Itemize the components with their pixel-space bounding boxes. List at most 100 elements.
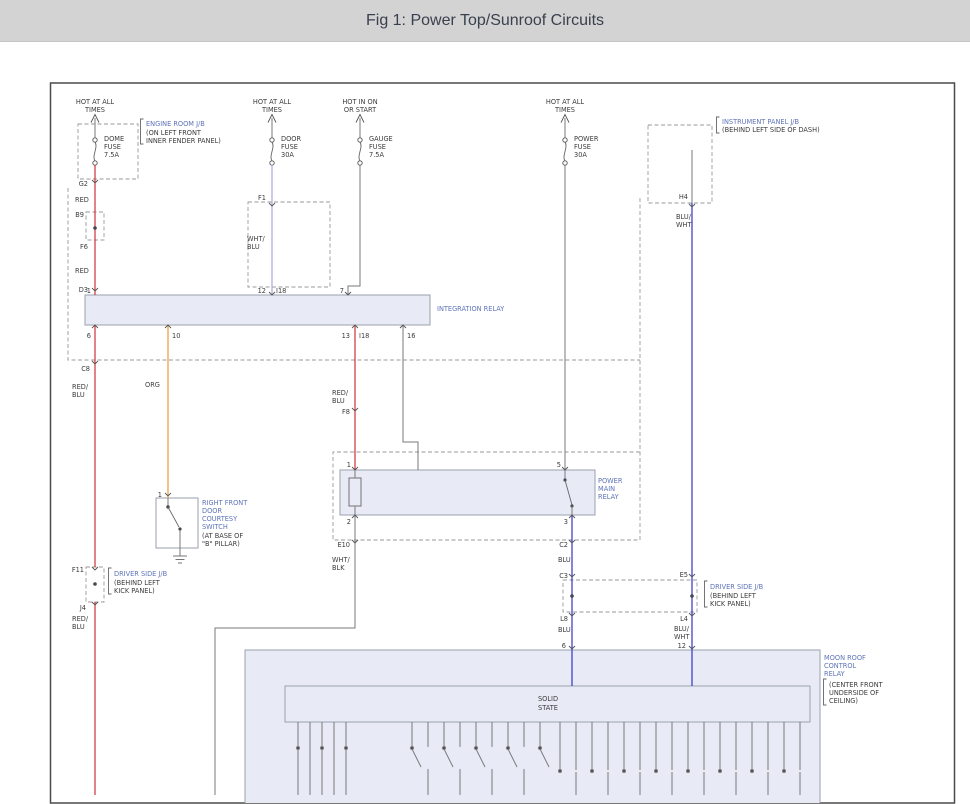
ground-icon <box>173 556 187 563</box>
wire-label-red-blu: RED/ <box>72 615 89 623</box>
jb-location: KICK PANEL) <box>114 587 155 595</box>
wire-gauge-gray <box>348 165 360 295</box>
hot-label: TIMES <box>261 106 282 114</box>
junction-dot-b9 <box>93 226 97 230</box>
wire-label-blu-wht: WHT <box>676 221 692 229</box>
connector-l8: L8 <box>560 615 568 623</box>
wire-label-red-blu: RED/ <box>72 383 89 391</box>
pin-label: 12 <box>678 642 686 650</box>
wire-label-wht-blk: WHT/ <box>332 556 351 564</box>
wire-label-wht-blu: WHT/ <box>247 235 266 243</box>
pin-label: 12 <box>258 287 266 295</box>
wire-label-blu-wht: WHT <box>674 633 690 641</box>
relay-location: UNDERSIDE OF <box>829 689 879 697</box>
labels: HOT AT ALL TIMES HOT AT ALL TIMES HOT IN… <box>72 98 884 712</box>
wire-label-blu: BLU <box>558 556 571 564</box>
wire-label-wht-blu: BLU <box>247 243 260 251</box>
solid-state-label: STATE <box>538 704 558 712</box>
f1-jb-box <box>248 202 330 287</box>
wire-label-red-blu: BLU <box>72 391 85 399</box>
connector-g2: G2 <box>79 180 88 188</box>
connector-f8: F8 <box>342 408 350 416</box>
fuse-label-door: 30A <box>281 151 294 159</box>
wire-label-red: RED <box>75 267 89 275</box>
pin-label: 13 <box>342 332 350 340</box>
wiring-diagram-canvas: HOT AT ALL TIMES HOT AT ALL TIMES HOT IN… <box>0 0 970 804</box>
wire-label-red: RED <box>75 196 89 204</box>
hot-label: HOT AT ALL <box>76 98 115 106</box>
pin-label: 6 <box>562 642 566 650</box>
connector-c2: C2 <box>559 541 568 549</box>
fuse-label-power: 30A <box>574 151 587 159</box>
pin-label: 5 <box>557 461 561 469</box>
connector-e5: E5 <box>680 571 688 579</box>
instrument-jb-left-edge <box>68 188 640 360</box>
junction-dot-f11 <box>93 582 97 586</box>
pin-label: 7 <box>340 287 344 295</box>
fuse-symbol-gauge <box>358 138 362 165</box>
junction-dot-l8 <box>570 594 574 598</box>
wire-label-wht-blk: BLK <box>332 564 345 572</box>
jb-location: (ON LEFT FRONT <box>146 129 202 137</box>
pin-label: 6 <box>87 332 91 340</box>
jb-label-driver-side: DRIVER SIDE J/B <box>710 583 764 591</box>
wire-label-blu-wht: BLU/ <box>674 625 690 633</box>
connector-e10: E10 <box>337 541 350 549</box>
fuse-label-door: FUSE <box>281 143 298 151</box>
fuse-symbol-power <box>563 138 567 165</box>
connector-f11: F11 <box>72 566 84 574</box>
connector-c8: C8 <box>81 365 90 373</box>
connector-h4: H4 <box>679 193 688 201</box>
connector-l4: L4 <box>680 615 688 623</box>
connector-chevrons <box>92 180 695 649</box>
solid-state-label: SOLID <box>538 695 558 703</box>
connector-b9: B9 <box>75 211 84 219</box>
pin-label: 1 <box>347 461 351 469</box>
jb-label-instrument-panel: INSTRUMENT PANEL J/B <box>722 118 800 126</box>
moon-roof-relay-box <box>245 650 820 803</box>
hot-label: TIMES <box>554 106 575 114</box>
fuse-label-gauge: 7.5A <box>369 151 384 159</box>
hot-label: HOT AT ALL <box>253 98 292 106</box>
relay-label-moon-roof: MOON ROOF <box>824 654 866 662</box>
fuse-label-power: FUSE <box>574 143 591 151</box>
instrument-panel-jb-h4-box <box>648 125 712 203</box>
power-main-relay-box <box>340 470 595 515</box>
jb-location: (BEHIND LEFT <box>710 592 757 600</box>
relay-label-power-main: POWER <box>598 477 623 485</box>
relay-label-moon-roof: RELAY <box>824 670 846 678</box>
hot-label: HOT AT ALL <box>546 98 585 106</box>
fuse-label-gauge: FUSE <box>369 143 386 151</box>
jb-location: KICK PANEL) <box>710 600 751 608</box>
pin-label: 10 <box>172 332 180 340</box>
fuse-label-dome: DOME <box>104 135 124 143</box>
relay-label-integration: INTEGRATION RELAY <box>437 305 505 313</box>
switch-label-courtesy: SWITCH <box>202 523 228 531</box>
pin-label: 1 <box>158 491 162 499</box>
fuse-label-gauge: GAUGE <box>369 135 393 143</box>
jb-label-driver-side: DRIVER SIDE J/B <box>114 570 168 578</box>
hot-label: TIMES <box>84 106 105 114</box>
junction-dot-l4 <box>690 594 694 598</box>
switch-location: "B" PILLAR) <box>202 540 240 548</box>
driver-side-jb-box <box>563 580 697 612</box>
component-boxes <box>85 295 820 803</box>
fuse-label-dome: 7.5A <box>104 151 119 159</box>
fuse-label-power: POWER <box>574 135 599 143</box>
hot-label: OR START <box>344 106 377 114</box>
relay-location: (CENTER FRONT <box>829 681 884 689</box>
connector-c3: C3 <box>559 572 568 580</box>
integration-relay-box <box>85 295 430 325</box>
wire-pin16-gray <box>403 325 418 470</box>
pin-connector-label: I18 <box>276 287 286 295</box>
switch-label-courtesy: DOOR <box>202 507 222 515</box>
switch-label-courtesy: RIGHT FRONT <box>202 499 248 507</box>
fuse-label-door: DOOR <box>281 135 301 143</box>
pin-label: 2 <box>347 518 351 526</box>
jb-label-engine-room: ENGINE ROOM J/B <box>146 120 205 128</box>
pin-connector-label: I18 <box>359 332 369 340</box>
switch-label-courtesy: COURTESY <box>202 515 238 523</box>
hot-label: HOT IN ON <box>342 98 377 106</box>
relay-label-moon-roof: CONTROL <box>824 662 857 670</box>
fuse-label-dome: FUSE <box>104 143 121 151</box>
